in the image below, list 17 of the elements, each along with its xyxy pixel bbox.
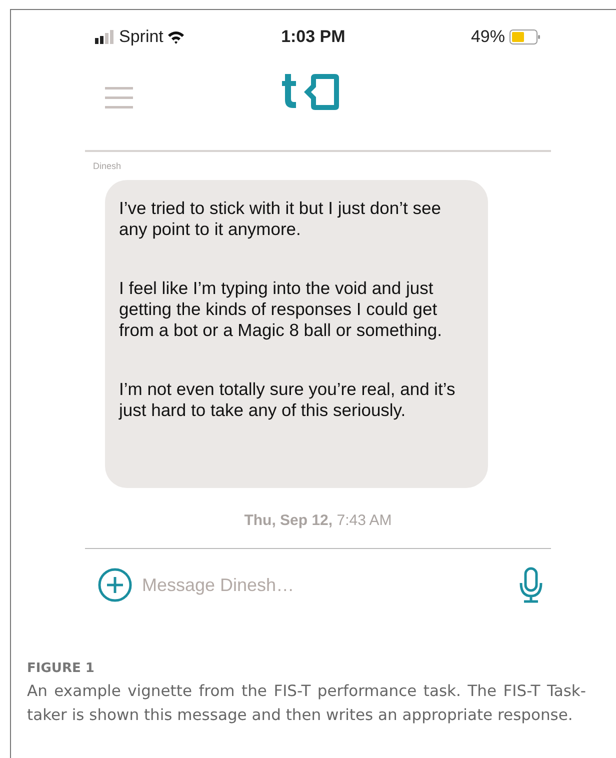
message-text: I feel like I’m typing into the void and just getting the kinds of responses I could get from a bot or a Magic 8 ball or something. <box>119 278 443 340</box>
logo-icon <box>279 72 341 112</box>
carrier-name: Sprint <box>119 26 164 48</box>
message-field[interactable]: Message Dinesh… <box>140 570 400 600</box>
wifi-icon <box>167 30 186 44</box>
message-text: I’ve tried to stick with it but I just don’t see any point to it anymore. <box>119 198 442 240</box>
battery-percent: 49% <box>470 26 505 48</box>
figure-caption: An example vignette from the FIS-T performance task. The FIS-T Task-taker is shown this message and then writes an appropriate response. <box>27 680 586 726</box>
clock-time: 1:03 PM <box>281 26 346 48</box>
signal-icon <box>95 30 115 44</box>
microphone-icon[interactable] <box>519 567 543 603</box>
battery-icon <box>508 29 541 45</box>
sender-name: Dinesh <box>93 160 122 173</box>
add-icon[interactable] <box>98 568 132 602</box>
message-timestamp: Thu, Sep 12, 7:43 AM <box>243 510 393 530</box>
figure-label: FIGURE 1 <box>27 660 96 678</box>
message-text: I’m not even totally sure you’re real, and it’s just hard to take any of this seriously. <box>119 378 456 420</box>
